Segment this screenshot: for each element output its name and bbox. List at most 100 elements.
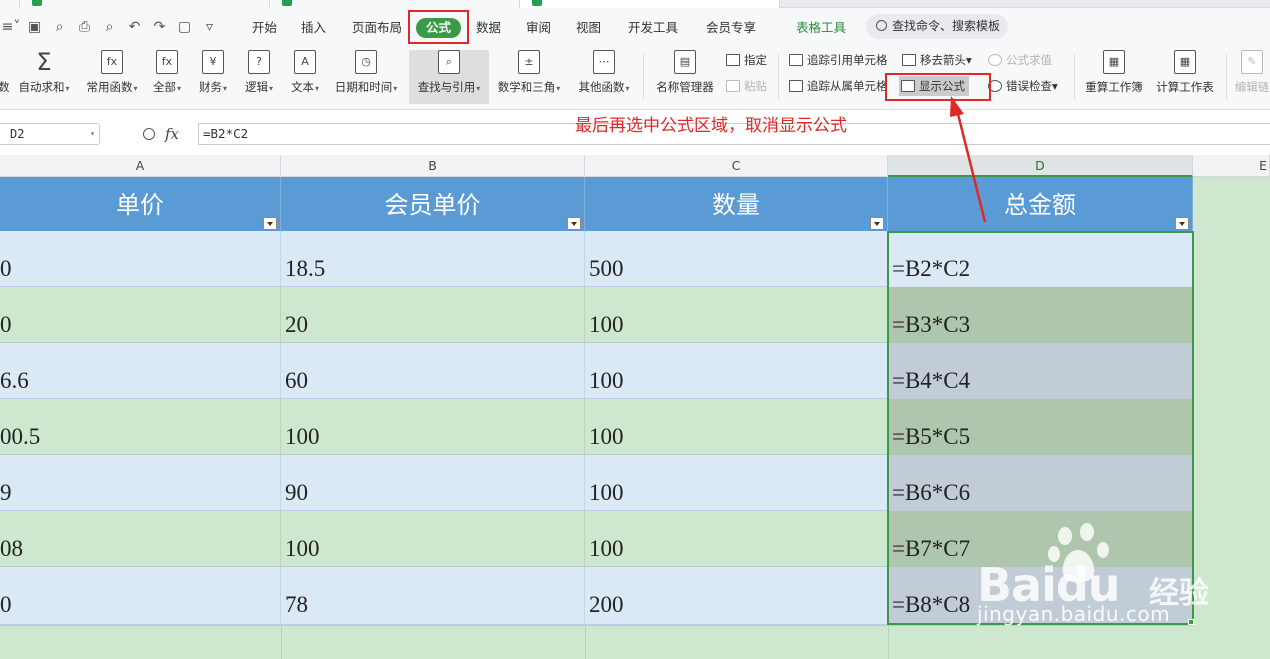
define-name-button[interactable]: 指定 [724, 50, 767, 70]
logic-functions-button[interactable]: ? 逻辑▾ [242, 50, 276, 104]
undo-icon[interactable]: ↶ [122, 16, 147, 38]
trace-dependents-button[interactable]: 追踪从属单元格 [787, 76, 888, 96]
cell-c[interactable]: 100 [585, 287, 888, 343]
column-e-cells[interactable] [1193, 177, 1270, 659]
common-functions-button[interactable]: fx 常用函数▾ [83, 50, 141, 104]
save-icon[interactable]: ▣ [22, 16, 47, 38]
menu-insert[interactable]: 插入 [301, 18, 326, 38]
cell-a[interactable]: 0 [0, 231, 281, 287]
redo-icon[interactable]: ↷ [147, 16, 172, 38]
cell-c[interactable]: 100 [585, 399, 888, 455]
cell-a[interactable]: 00.5 [0, 399, 281, 455]
menu-chevron-icon[interactable]: ≡˅ [0, 16, 22, 38]
cell-c[interactable]: 200 [585, 567, 888, 623]
document-tab[interactable] [0, 0, 20, 8]
chevron-down-icon[interactable]: ▾ [90, 124, 95, 144]
cell-b[interactable]: 20 [281, 287, 585, 343]
brush-icon[interactable]: ⌕ [47, 16, 72, 38]
cell-a[interactable]: 08 [0, 511, 281, 567]
paste-icon [726, 80, 740, 92]
filter-dropdown-icon[interactable] [263, 217, 277, 230]
datetime-functions-button[interactable]: ◷ 日期和时间▾ [332, 50, 400, 104]
column-header-e[interactable]: E [1193, 155, 1270, 177]
autosum-button[interactable]: Σ 自动求和▾ [14, 50, 74, 104]
lookup-functions-button[interactable]: ⌕ 查找与引用▾ [409, 50, 489, 104]
command-search-box[interactable]: 查找命令、搜索模板 [866, 14, 1008, 39]
cell-c[interactable]: 100 [585, 455, 888, 511]
paste-name-button[interactable]: 粘贴 [724, 76, 767, 96]
column-header-c[interactable]: C [585, 155, 888, 177]
text-functions-button[interactable]: A 文本▾ [288, 50, 322, 104]
formula-bar-icons: fx [143, 123, 179, 145]
cell-a[interactable]: 6.6 [0, 343, 281, 399]
fill-handle[interactable] [1188, 619, 1194, 625]
menu-view[interactable]: 视图 [576, 18, 601, 38]
cell-c[interactable]: 100 [585, 343, 888, 399]
more-chevron-icon[interactable]: ▿ [197, 16, 222, 38]
evaluate-icon [988, 54, 1002, 66]
menu-developer[interactable]: 开发工具 [628, 18, 678, 38]
pointer-arrow-icon [950, 96, 987, 223]
cell-b[interactable]: 90 [281, 455, 585, 511]
cell-b[interactable]: 60 [281, 343, 585, 399]
empty-row[interactable] [0, 625, 1193, 659]
filter-dropdown-icon[interactable] [567, 217, 581, 230]
menu-table-tools[interactable]: 表格工具 [796, 18, 846, 38]
cell-c[interactable]: 100 [585, 511, 888, 567]
ribbon-separator [1226, 54, 1227, 100]
filter-dropdown-icon[interactable] [1175, 217, 1189, 230]
cell-b[interactable]: 100 [281, 399, 585, 455]
menu-bar: ≡˅ ▣ ⌕ ⎙ ⌕ ↶ ↷ ▢ ▿ 开始 插入 页面布局 公式 数据 审阅 视… [0, 8, 1270, 46]
tutorial-annotation: 最后再选中公式区域，取消显示公式 [575, 116, 847, 136]
cell-a[interactable]: 9 [0, 455, 281, 511]
cell-a[interactable]: 0 [0, 567, 281, 623]
edit-links-button[interactable]: ✎ 编辑链 [1234, 50, 1270, 104]
document-tab[interactable] [270, 0, 520, 8]
name-manager-button[interactable]: ▤ 名称管理器 [653, 50, 717, 104]
menu-review[interactable]: 审阅 [526, 18, 551, 38]
finance-functions-button[interactable]: ¥ 财务▾ [196, 50, 230, 104]
cell-b[interactable]: 18.5 [281, 231, 585, 287]
all-functions-button[interactable]: fx 全部▾ [150, 50, 184, 104]
filter-dropdown-icon[interactable] [870, 217, 884, 230]
define-icon [726, 54, 740, 66]
selection-range [887, 231, 1194, 625]
print-icon[interactable]: ⎙ [72, 16, 97, 38]
header-cell-quantity[interactable]: 数量 [585, 177, 888, 231]
fx-icon[interactable]: fx [165, 125, 179, 143]
menu-page-layout[interactable]: 页面布局 [352, 18, 402, 38]
document-tab-strip [0, 0, 1270, 8]
trace-dependents-icon [789, 80, 803, 92]
recalc-workbook-icon: ▦ [1103, 50, 1125, 74]
name-box[interactable]: D2 ▾ [0, 123, 100, 145]
menu-member[interactable]: 会员专享 [706, 18, 756, 38]
cell-a[interactable]: 0 [0, 287, 281, 343]
column-header-a[interactable]: A [0, 155, 281, 177]
quick-access-toolbar: ≡˅ ▣ ⌕ ⎙ ⌕ ↶ ↷ ▢ ▿ [0, 8, 222, 46]
menu-data[interactable]: 数据 [476, 18, 501, 38]
print-preview-icon[interactable]: ⌕ [97, 16, 122, 38]
function-star-icon: fx [101, 50, 123, 74]
cell-b[interactable]: 78 [281, 567, 585, 623]
cell-b[interactable]: 100 [281, 511, 585, 567]
column-header-b[interactable]: B [281, 155, 585, 177]
header-cell-unit-price[interactable]: 单价 [0, 177, 281, 231]
header-cell-total[interactable]: 总金额 [888, 177, 1193, 231]
recalc-workbook-button[interactable]: ▦ 重算工作簿 [1082, 50, 1146, 104]
new-file-icon[interactable]: ▢ [172, 16, 197, 38]
menu-home[interactable]: 开始 [252, 18, 277, 38]
evaluate-formula-button[interactable]: 公式求值 [986, 50, 1052, 70]
document-tab-active[interactable] [520, 0, 780, 8]
clock-icon: ◷ [355, 50, 377, 74]
column-header-d[interactable]: D [888, 155, 1193, 177]
cell-c[interactable]: 500 [585, 231, 888, 287]
remove-arrows-button[interactable]: 移去箭头▾ [900, 50, 972, 70]
math-functions-button[interactable]: ± 数学和三角▾ [494, 50, 564, 104]
calc-sheet-button[interactable]: ▦ 计算工作表 [1152, 50, 1218, 104]
zoom-icon[interactable] [143, 128, 155, 140]
document-tab[interactable] [20, 0, 270, 8]
other-functions-button[interactable]: ⋯ 其他函数▾ [574, 50, 634, 104]
header-cell-member-price[interactable]: 会员单价 [281, 177, 585, 231]
trace-precedents-button[interactable]: 追踪引用单元格 [787, 50, 888, 70]
insert-function-button[interactable]: 数 [0, 50, 10, 104]
